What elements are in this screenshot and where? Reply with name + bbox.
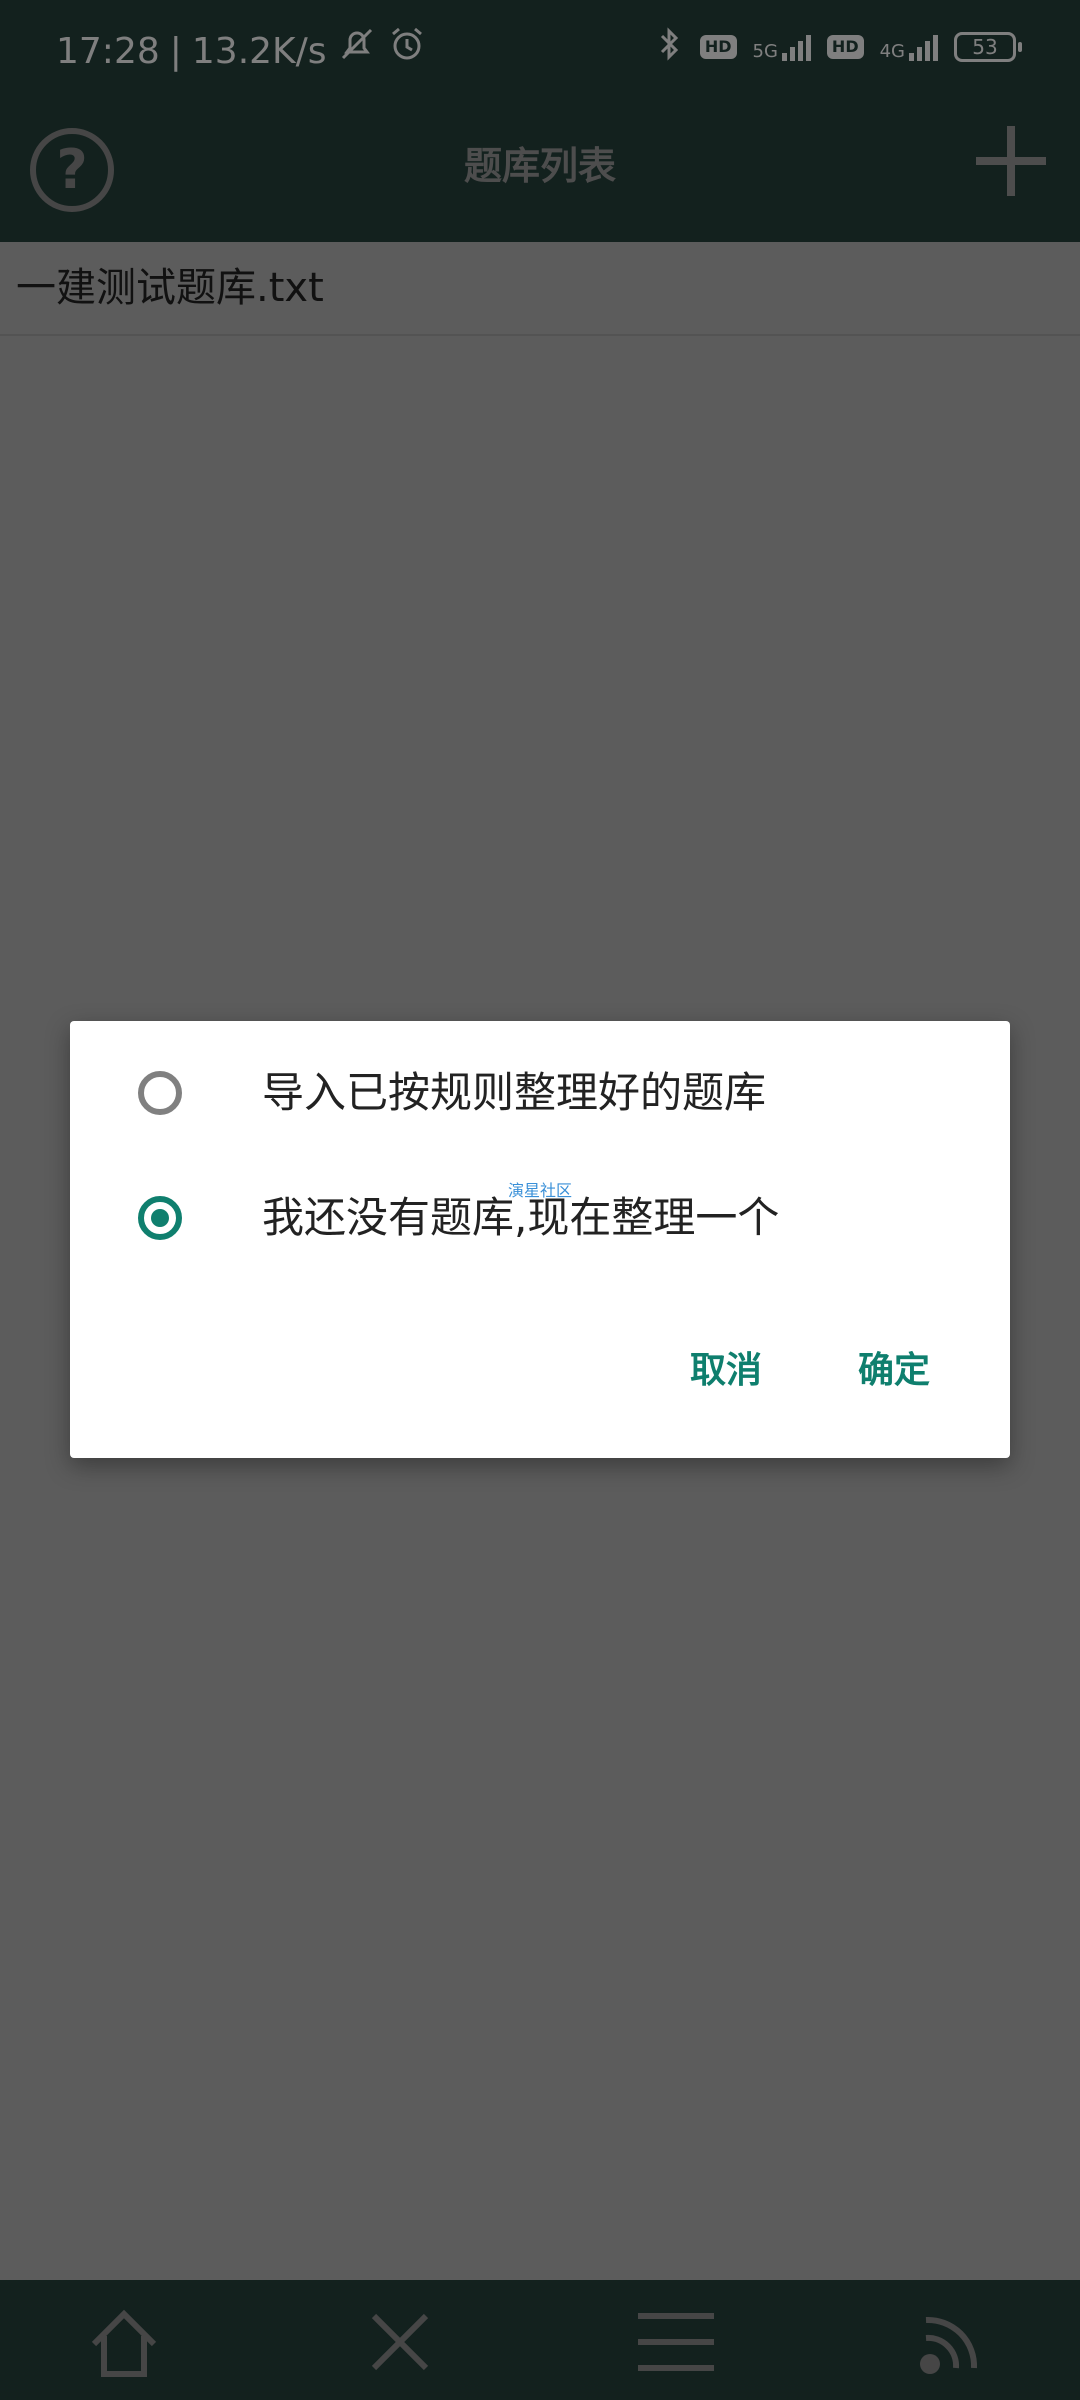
watermark: 演星社区 bbox=[508, 1181, 573, 1200]
radio-checked-icon[interactable] bbox=[138, 1196, 182, 1240]
ok-button[interactable]: 确定 bbox=[858, 1346, 930, 1396]
radio-unchecked-icon[interactable] bbox=[138, 1071, 182, 1115]
option-label: 导入已按规则整理好的题库 bbox=[262, 1068, 767, 1117]
import-dialog: 导入已按规则整理好的题库 我还没有题库,现在整理一个 演星社区 取消 确定 bbox=[70, 1021, 1010, 1458]
cancel-button[interactable]: 取消 bbox=[690, 1346, 762, 1396]
option-import-existing[interactable]: 导入已按规则整理好的题库 bbox=[70, 1043, 1010, 1153]
